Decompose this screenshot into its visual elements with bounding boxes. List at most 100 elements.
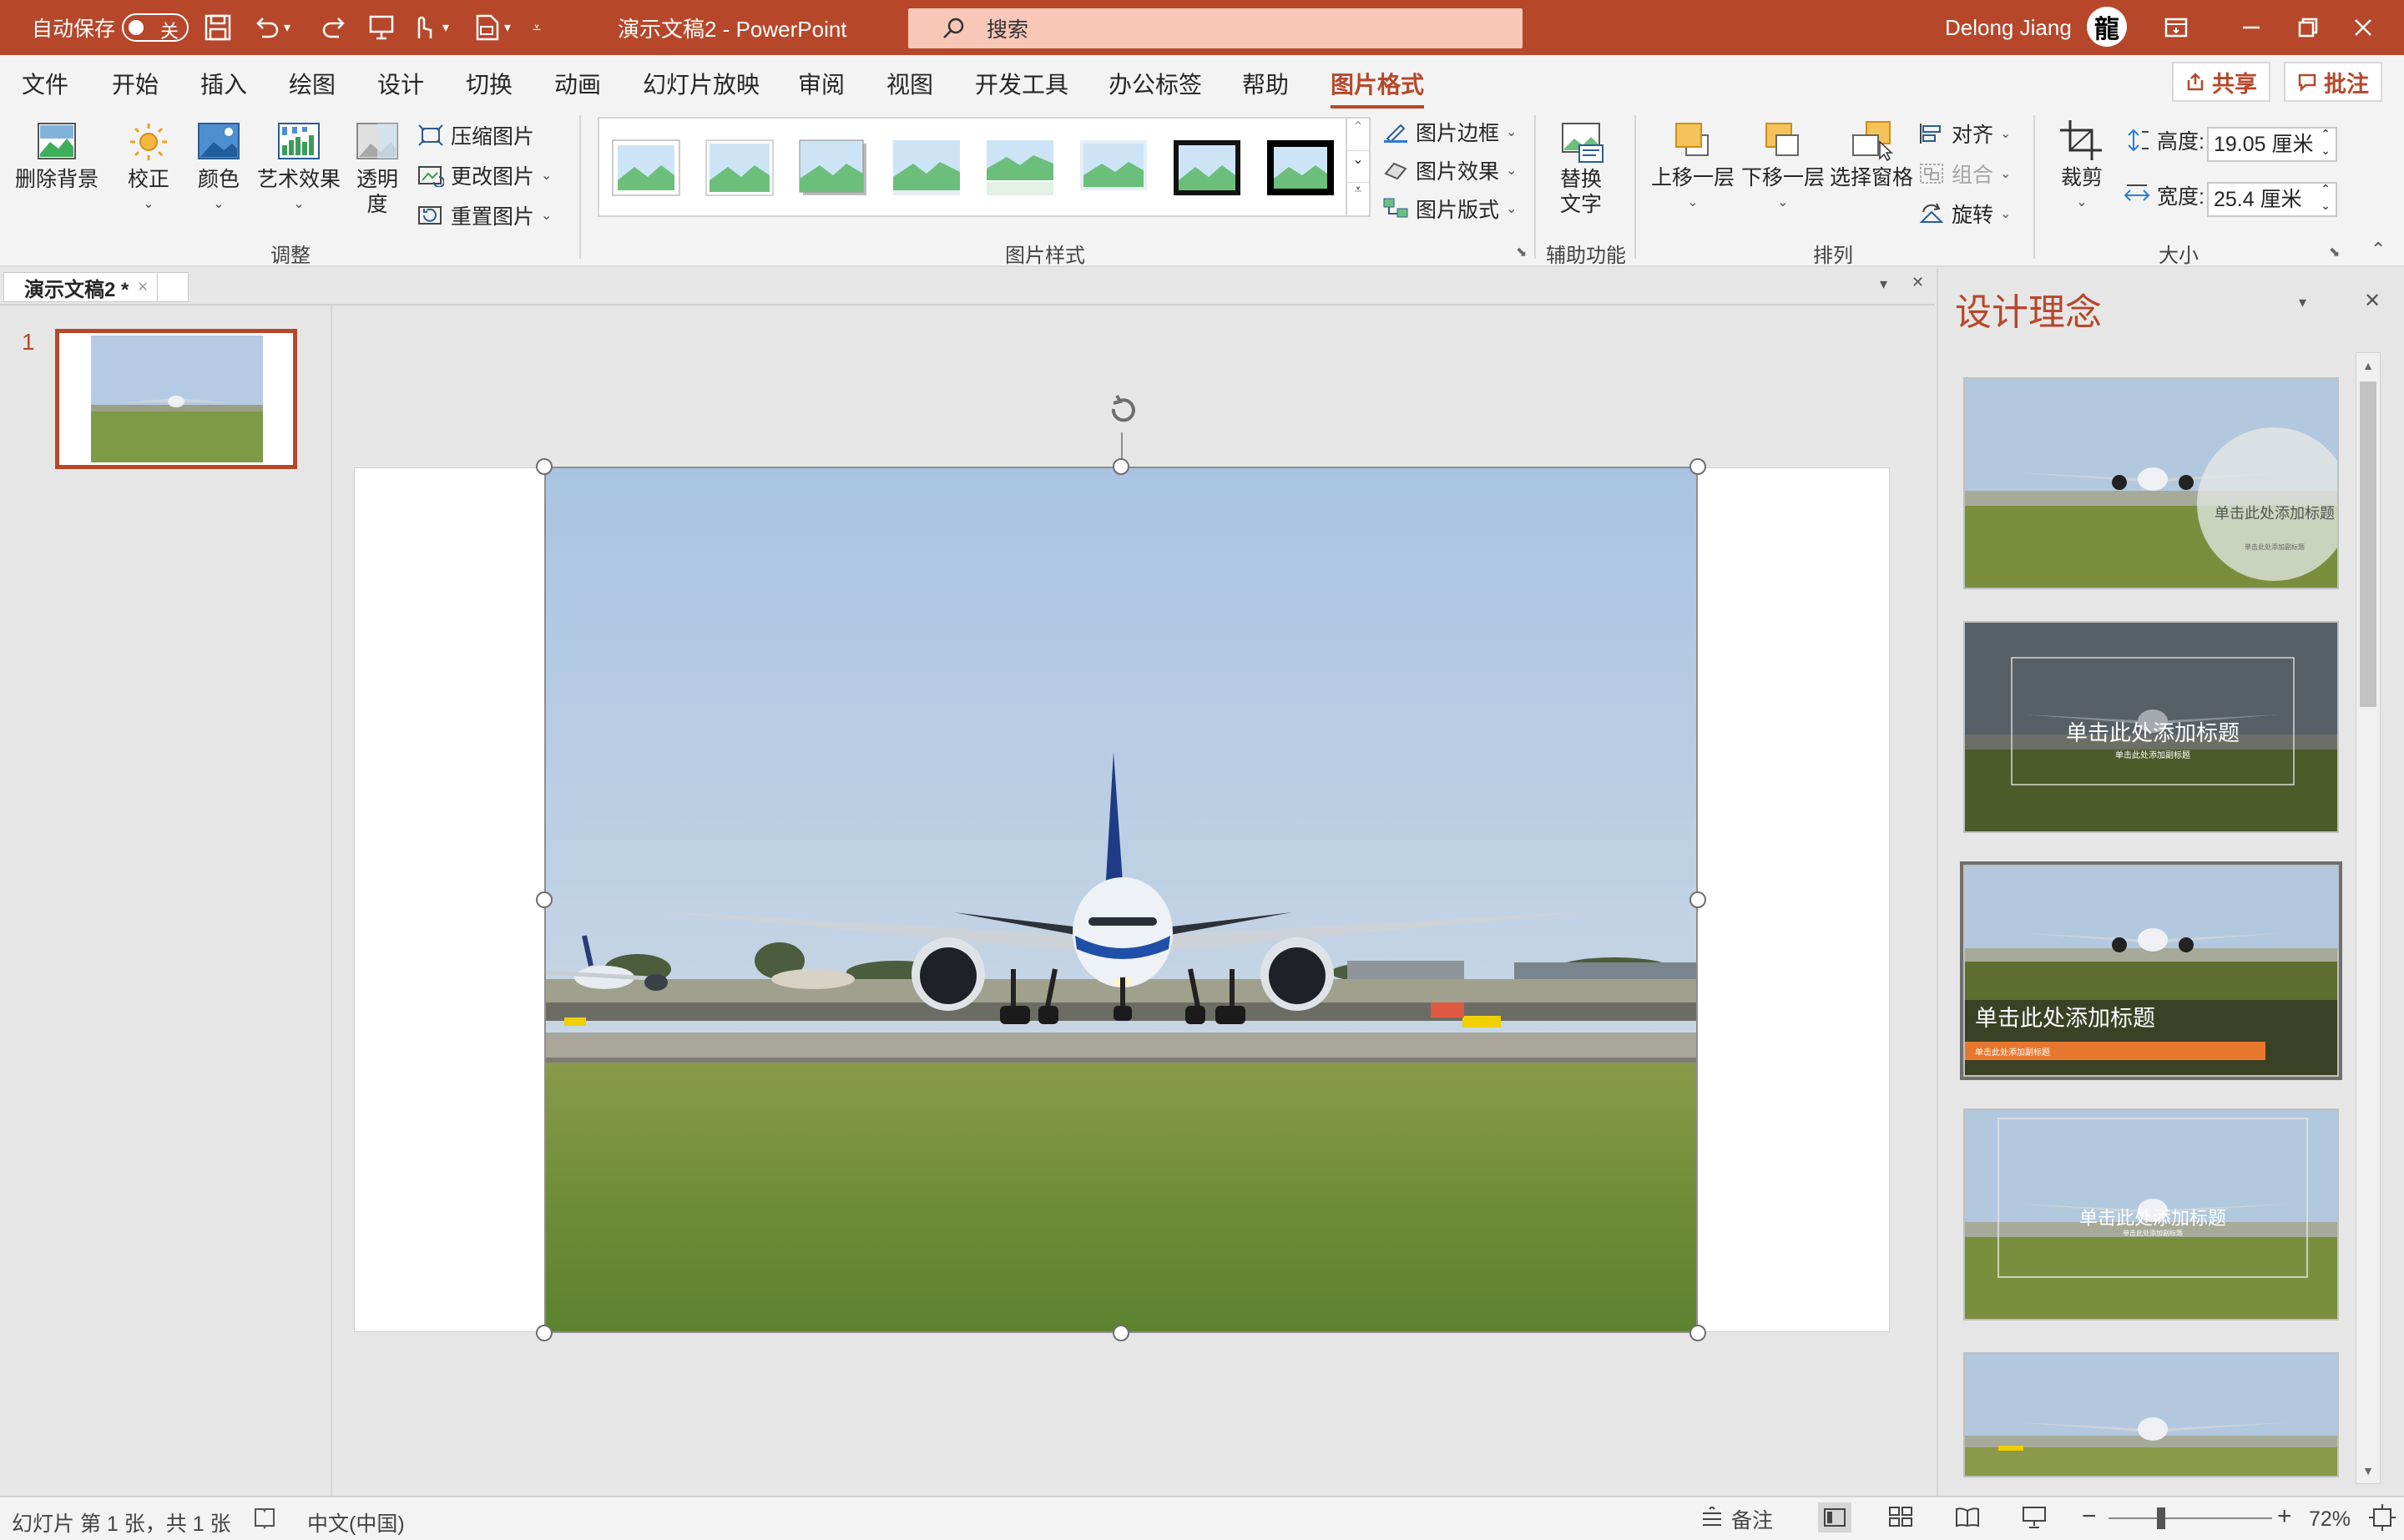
scroll-down-icon[interactable]: ▼ (2356, 1458, 2380, 1483)
zoom-slider[interactable] (2109, 1517, 2272, 1519)
scroll-thumb[interactable] (2360, 381, 2376, 707)
alt-text-button[interactable]: 替换 文字 (1558, 120, 1604, 217)
start-slideshow-icon[interactable] (367, 0, 396, 55)
resize-handle-top[interactable] (1113, 458, 1129, 475)
picture-style-shadow[interactable] (798, 139, 868, 197)
close-icon[interactable] (2351, 0, 2376, 55)
tab-insert[interactable]: 插入 (200, 67, 247, 100)
corrections-button[interactable]: 校正 ⌄ (125, 120, 172, 217)
zoom-in-icon[interactable]: + (2277, 1502, 2292, 1531)
height-input[interactable]: 19.05 厘米 ⌃ ⌄ (2207, 127, 2337, 162)
minimize-icon[interactable] (2239, 0, 2264, 55)
tab-developer[interactable]: 开发工具 (975, 67, 1068, 100)
redo-icon[interactable] (321, 0, 349, 55)
picture-style-soft-edge[interactable] (891, 139, 962, 197)
zoom-level[interactable]: 72% (2309, 1507, 2351, 1532)
pane-options-icon[interactable]: ▾ (2299, 294, 2306, 311)
collapse-ribbon-icon[interactable]: ⌃ (2371, 239, 2386, 260)
autosave-toggle[interactable]: 关 (122, 0, 189, 55)
crop-button[interactable]: 裁剪 ⌄ (2058, 119, 2105, 215)
resize-handle-top-right[interactable] (1689, 458, 1706, 475)
touch-mode-icon[interactable]: ▾ (411, 0, 449, 55)
resize-handle-bottom-right[interactable] (1689, 1325, 1706, 1341)
tab-design[interactable]: 设计 (377, 67, 424, 100)
design-idea-3[interactable]: 单击此处添加标题 单击此处添加副标题 (1960, 861, 2342, 1080)
picture-style-glow[interactable] (1078, 139, 1149, 197)
design-idea-2[interactable]: 单击此处添加标题 单击此处添加副标题 (1963, 621, 2339, 833)
airplane-picture[interactable] (544, 467, 1698, 1333)
save-icon[interactable] (204, 0, 232, 55)
remove-background-button[interactable]: 删除背景 (15, 120, 98, 192)
design-idea-5[interactable] (1963, 1352, 2339, 1477)
customize-qat-icon[interactable]: ⩡ (533, 0, 541, 55)
zoom-slider-thumb[interactable] (2157, 1507, 2165, 1529)
scroll-up-icon[interactable]: ▲ (2356, 353, 2380, 378)
compress-pictures-button[interactable]: 压缩图片 (417, 120, 534, 150)
ribbon-display-options-icon[interactable] (2164, 0, 2189, 55)
width-spin-icon[interactable]: ⌃ ⌄ (2321, 180, 2331, 214)
tab-help[interactable]: 帮助 (1242, 67, 1289, 100)
normal-view-icon[interactable] (1818, 1502, 1851, 1532)
resize-handle-left[interactable] (536, 891, 553, 908)
share-button[interactable]: 共享 (2172, 62, 2270, 102)
artistic-effects-button[interactable]: 艺术效果 ⌄ (257, 120, 341, 217)
restore-icon[interactable] (2295, 0, 2321, 55)
resize-handle-bottom-left[interactable] (536, 1325, 553, 1341)
picture-layout-button[interactable]: 图片版式 ⌄ (1382, 194, 1517, 224)
zoom-out-icon[interactable]: − (2082, 1502, 2097, 1531)
tab-file[interactable]: 文件 (22, 67, 68, 100)
align-button[interactable]: 对齐 ⌄ (1918, 119, 2011, 149)
group-objects-button[interactable]: 组合 ⌄ (1918, 159, 2011, 189)
gallery-down-icon[interactable]: ⌄ (1347, 150, 1369, 182)
avatar[interactable]: 龍 (2087, 7, 2127, 47)
design-idea-1[interactable]: 单击此处添加标题 单击此处添加副标题 (1963, 377, 2339, 589)
tab-home[interactable]: 开始 (112, 67, 159, 100)
pane-close-icon[interactable]: ✕ (2364, 289, 2381, 313)
gallery-up-icon[interactable]: ⌃ (1347, 119, 1369, 150)
send-backward-button[interactable]: 下移一层 ⌄ (1741, 119, 1825, 215)
selection-pane-button[interactable]: 选择窗格 (1830, 119, 1913, 190)
tab-animations[interactable]: 动画 (554, 67, 601, 100)
print-preview-icon[interactable]: ▾ (474, 0, 511, 55)
tab-draw[interactable]: 绘图 (289, 67, 336, 100)
reading-view-icon[interactable] (1955, 1506, 1980, 1533)
tab-view[interactable]: 视图 (886, 67, 933, 100)
picture-effects-button[interactable]: 图片效果 ⌄ (1382, 155, 1517, 185)
user-name[interactable]: Delong Jiang (1945, 0, 2072, 55)
search-box[interactable]: 搜索 (908, 8, 1523, 48)
height-spin-icon[interactable]: ⌃ ⌄ (2321, 125, 2331, 159)
slide-sorter-icon[interactable] (1888, 1506, 1913, 1533)
width-input[interactable]: 25.4 厘米 ⌃ ⌄ (2207, 182, 2337, 217)
rotate-button[interactable]: 旋转 ⌄ (1918, 199, 2011, 229)
slideshow-view-icon[interactable] (2022, 1506, 2047, 1535)
bring-forward-button[interactable]: 上移一层 ⌄ (1651, 119, 1735, 215)
document-tab-close-icon[interactable]: ✕ (137, 279, 148, 295)
resize-handle-bottom[interactable] (1113, 1325, 1129, 1341)
picture-style-reflected[interactable] (985, 139, 1055, 197)
fit-to-window-icon[interactable] (2369, 1504, 2396, 1537)
picture-style-simple-frame[interactable] (611, 139, 681, 197)
resize-handle-right[interactable] (1689, 891, 1706, 908)
notes-button[interactable]: 备注 (1699, 1504, 1773, 1534)
picture-style-thick-black-frame[interactable] (1265, 139, 1336, 197)
tab-slideshow[interactable]: 幻灯片放映 (643, 67, 760, 100)
document-tab[interactable]: 演示文稿2 * ✕ (3, 272, 158, 302)
tab-transitions[interactable]: 切换 (466, 67, 513, 100)
resize-handle-top-left[interactable] (536, 458, 553, 475)
tab-office-tab[interactable]: 办公标签 (1109, 67, 1202, 100)
gallery-scroll[interactable]: ⌃ ⌄ ⩡ (1346, 117, 1371, 217)
picture-style-black-frame[interactable] (1172, 139, 1242, 197)
rotate-handle-icon[interactable] (1102, 391, 1145, 440)
change-picture-button[interactable]: 更改图片 ⌄ (417, 160, 552, 190)
new-tab-button[interactable] (157, 272, 189, 302)
design-pane-scrollbar[interactable]: ▲ ▼ (2356, 352, 2381, 1484)
picture-border-button[interactable]: 图片边框 ⌄ (1382, 117, 1517, 147)
comments-button[interactable]: 批注 (2284, 62, 2382, 102)
picture-style-beveled[interactable] (705, 139, 775, 197)
tab-picture-format[interactable]: 图片格式 (1331, 67, 1425, 109)
gallery-more-icon[interactable]: ⩡ (1347, 182, 1369, 214)
tab-list-icon[interactable]: ▾ (1880, 275, 1887, 293)
reset-picture-button[interactable]: 重置图片 ⌄ (417, 200, 552, 230)
color-button[interactable]: 颜色 ⌄ (195, 120, 242, 217)
tab-review[interactable]: 审阅 (798, 67, 845, 100)
